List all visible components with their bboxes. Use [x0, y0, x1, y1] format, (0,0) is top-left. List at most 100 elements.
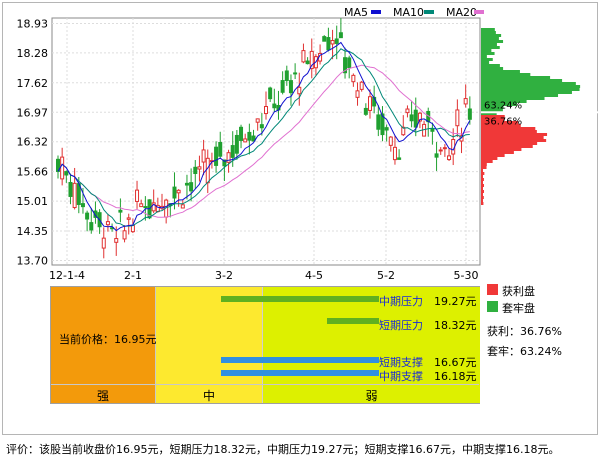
chip-bar: [481, 85, 581, 88]
candle-body: [243, 138, 248, 143]
x-tick-label: 4-5: [305, 269, 323, 282]
candle-body: [105, 221, 110, 226]
chip-bar: [481, 139, 547, 142]
chip-bar: [481, 193, 483, 196]
chip-bar: [481, 202, 484, 205]
chip-split-line: [481, 111, 599, 114]
candle-body: [143, 206, 148, 209]
candle-body: [201, 149, 206, 163]
candle-body: [359, 81, 364, 90]
chip-bar: [481, 190, 485, 193]
candle-body: [438, 149, 443, 152]
candle-body: [397, 157, 402, 160]
candle-body: [384, 127, 389, 131]
candle-body: [268, 87, 273, 100]
chip-bar: [481, 40, 504, 43]
x-tick-label: 3-2: [215, 269, 233, 282]
mid-support-value: 16.18元: [434, 370, 477, 383]
x-tick-label: 2-1: [124, 269, 142, 282]
candle-body: [330, 39, 335, 45]
legend-ma5-label: MA5: [344, 6, 369, 19]
candle-body: [363, 107, 368, 115]
chip-bar: [481, 148, 522, 151]
candle-body: [80, 203, 85, 208]
candle-body: [293, 72, 298, 75]
legend-ma20-swatch: [474, 10, 484, 14]
chip-bar: [481, 160, 493, 163]
profit-percent-label: 36.76%: [484, 116, 522, 127]
candle-body: [85, 212, 90, 220]
candle-body: [455, 109, 460, 127]
zone-weak-label: 弱: [365, 389, 378, 403]
candle-body: [255, 118, 260, 123]
chip-bar: [481, 196, 484, 199]
candle-body: [247, 131, 252, 141]
candle-body: [60, 156, 65, 180]
candle-body: [218, 141, 223, 157]
candle-body: [447, 155, 452, 161]
candle-body: [334, 38, 339, 44]
x-tick-label: 12-1-4: [49, 269, 85, 282]
chip-bar: [481, 70, 520, 73]
chip-bar: [481, 52, 495, 55]
candle-body: [172, 186, 177, 199]
chip-bar: [481, 61, 490, 64]
candle-body: [126, 217, 131, 220]
chip-bar: [481, 145, 533, 148]
chip-bar: [481, 187, 483, 190]
candle-body: [338, 32, 343, 39]
candle-body: [139, 203, 144, 208]
candle-body: [184, 182, 189, 186]
candle-body: [259, 124, 264, 129]
chip-bar: [481, 55, 487, 58]
candle-body: [392, 146, 397, 161]
candle-body: [114, 238, 119, 243]
profit-ratio: 获利：36.76%: [487, 325, 562, 338]
chip-bar: [481, 37, 499, 40]
candle-body: [64, 171, 69, 176]
candle-body: [230, 145, 235, 158]
legend-ma10-label: MA10: [393, 6, 425, 19]
chip-bar: [481, 58, 493, 61]
mid-pressure-value: 19.27元: [434, 295, 477, 308]
candle-body: [180, 204, 185, 209]
candle-body: [239, 126, 244, 141]
y-tick-label: 18.93: [17, 17, 49, 30]
candle-body: [434, 153, 439, 158]
candle-body: [305, 60, 310, 65]
chip-bar: [481, 43, 497, 46]
chip-bar: [481, 169, 483, 172]
chip-bar: [481, 172, 485, 175]
short-pressure-label: 短期压力: [379, 319, 423, 332]
candle-body: [355, 90, 360, 98]
candle-body: [176, 189, 181, 194]
chip-bar: [481, 163, 487, 166]
candle-body: [284, 70, 289, 82]
chip-bar: [481, 136, 544, 139]
chip-bar: [481, 130, 537, 133]
zone-mid: 中: [156, 287, 263, 403]
y-tick-label: 16.32: [17, 136, 49, 149]
candle-body: [351, 74, 356, 83]
chip-bar: [481, 94, 559, 97]
y-tick-label: 17.62: [17, 77, 49, 90]
y-tick-label: 15.66: [17, 166, 49, 179]
mid-support-label: 中期支撑: [379, 370, 423, 383]
stock-analysis-widget: 18.93 18.28 17.62 16.97 16.32 15.66 15.01 14.35…: [0, 0, 601, 456]
panel-divider: [51, 384, 479, 385]
chip-bar: [481, 67, 504, 70]
mid-pressure-label: 中期压力: [379, 295, 423, 308]
candle-body: [118, 209, 123, 213]
y-tick-label: 18.28: [17, 47, 49, 60]
chip-bar: [481, 79, 563, 82]
candle-body: [297, 86, 302, 95]
candle-body: [72, 182, 77, 209]
chip-bar: [481, 64, 500, 67]
chip-bar: [481, 181, 483, 184]
chip-bar: [481, 82, 576, 85]
chip-bar: [481, 31, 496, 34]
trapped-swatch: [487, 301, 498, 312]
chip-bar: [481, 28, 495, 31]
short-pressure-bar: [327, 318, 379, 324]
candle-body: [368, 96, 372, 111]
